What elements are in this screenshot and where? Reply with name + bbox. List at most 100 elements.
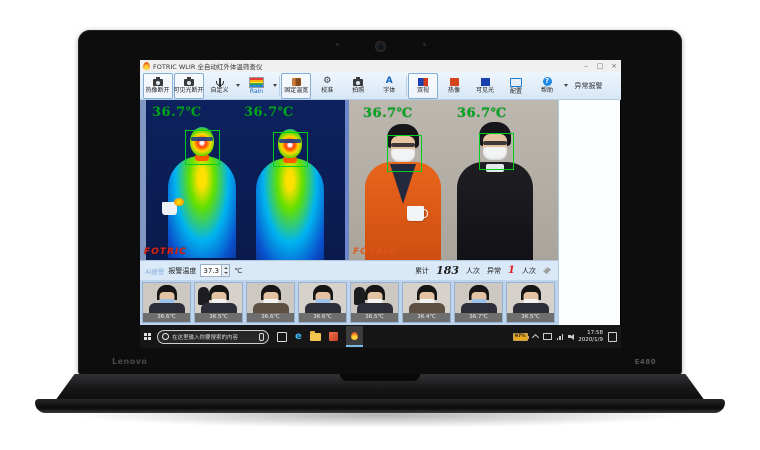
font-icon: A	[386, 77, 393, 86]
fixed-span-icon	[292, 78, 301, 86]
thumbnail-temp: 36.5℃	[507, 313, 554, 322]
rainbow-palette-icon	[249, 77, 264, 88]
ai-alarm-label: AI报警	[145, 266, 164, 276]
alarm-temp-label: 报警温度	[168, 266, 196, 276]
toolbar-button-visible-disconnect[interactable]: 可见光断开	[174, 73, 204, 99]
toolbar-button-font[interactable]: A 字体	[374, 73, 404, 99]
capture-filmstrip: 36.6℃ 36.5℃ 36.6℃ 36.6℃ 36.5℃	[140, 280, 558, 325]
alarm-temp-unit: ℃	[234, 267, 242, 275]
app-logo-icon	[143, 62, 150, 70]
laptop-brand: Lenovo	[112, 357, 147, 366]
task-view-button[interactable]	[277, 332, 287, 342]
app-logo-icon	[351, 332, 358, 340]
capture-thumbnail[interactable]: 36.5℃	[506, 282, 555, 323]
thermal-wall-edge	[140, 100, 146, 260]
status-bar: AI报警 报警温度 37.3 ℃ 累计 183 人次 异常 1 人次	[140, 260, 558, 280]
capture-thumbnail[interactable]: 36.5℃	[194, 282, 243, 323]
capture-thumbnail[interactable]: 36.7℃	[454, 282, 503, 323]
start-button[interactable]	[144, 333, 151, 340]
abnormal-unit: 人次	[522, 266, 536, 276]
screen: FOTRIC WLIR 全自动红外体温筛查仪 – □ × 热像断开 可见光断开	[140, 60, 621, 348]
laptop-bezel: Lenovo E480 FOTRIC WLIR 全自动红外体温筛查仪 – □ ×…	[78, 30, 682, 375]
network-icon[interactable]	[557, 334, 564, 340]
dropdown-caret-icon[interactable]	[564, 84, 568, 87]
abnormal-label: 异常	[487, 266, 501, 276]
total-count: 183	[436, 264, 459, 277]
fotric-watermark: FOTRIC	[353, 247, 396, 257]
notification-center-icon[interactable]	[608, 332, 617, 342]
thumbnail-photo	[351, 283, 398, 313]
photos-app-icon[interactable]	[329, 332, 338, 341]
fotric-app-taskbar-button[interactable]	[346, 326, 363, 347]
dropdown-caret-icon[interactable]	[273, 84, 277, 87]
thermal-camera-icon	[153, 79, 163, 86]
abnormal-count: 1	[508, 265, 515, 276]
capture-thumbnail[interactable]: 36.4℃	[402, 282, 451, 323]
alarm-temp-value[interactable]: 37.3	[201, 267, 221, 275]
maximize-button[interactable]: □	[593, 60, 607, 72]
alarm-temp-spinner[interactable]: 37.3	[200, 264, 230, 277]
reset-counter-icon[interactable]	[543, 267, 551, 274]
visible-view-icon	[481, 78, 490, 86]
file-explorer-icon[interactable]	[310, 333, 321, 341]
dual-view-icon	[418, 78, 428, 86]
thermal-feed: 36.7℃ 36.7℃ FOTRIC	[140, 100, 349, 260]
thumbnail-temp: 36.4℃	[403, 313, 450, 322]
toolbar-button-dual-view[interactable]: 双视	[408, 73, 438, 99]
thumbnail-photo	[507, 283, 554, 313]
capture-thumbnail[interactable]: 36.6℃	[246, 282, 295, 323]
microphone-dot-icon	[423, 43, 426, 46]
edge-browser-icon[interactable]: e	[295, 332, 302, 342]
capture-thumbnail[interactable]: 36.6℃	[298, 282, 347, 323]
person-body	[256, 158, 324, 260]
visible-camera-icon	[184, 79, 194, 86]
capture-thumbnail[interactable]: 36.5℃	[350, 282, 399, 323]
thermal-view-icon	[450, 78, 459, 86]
toolbar-button-calibrate[interactable]: ⚙ 校准	[312, 73, 342, 99]
toolbar-separator	[279, 76, 280, 96]
video-area: 36.7℃ 36.7℃ FOTRIC 3	[140, 100, 558, 260]
temperature-label: 36.7℃	[152, 105, 202, 120]
volume-icon[interactable]	[568, 335, 571, 338]
thumbnail-temp: 36.6℃	[143, 313, 190, 322]
toolbar-button-thermal-view[interactable]: 热像	[439, 73, 469, 99]
toolbar-button-palette-rain[interactable]: Rain	[242, 73, 272, 99]
custom-icon	[215, 78, 224, 87]
thumbnail-photo	[403, 283, 450, 313]
laptop-hinge-notch	[340, 374, 420, 381]
toolbar-button-help[interactable]: ? 帮助	[532, 73, 562, 99]
total-label: 累计	[415, 266, 429, 276]
toolbar-button-thermal-disconnect[interactable]: 热像断开	[143, 73, 173, 99]
toolbar-button-custom[interactable]: 自定义	[205, 73, 235, 99]
toolbar-button-fixed-span[interactable]: 固定温宽	[281, 73, 311, 99]
laptop: Lenovo E480 FOTRIC WLIR 全自动红外体温筛查仪 – □ ×…	[0, 0, 760, 450]
thumbnail-photo	[195, 283, 242, 313]
close-button[interactable]: ×	[607, 60, 621, 72]
clock-date: 2020/1/9	[578, 337, 603, 344]
face-detection-box	[273, 132, 308, 167]
toolbar-button-visible-view[interactable]: 可见光	[470, 73, 500, 99]
toolbar: 热像断开 可见光断开 自定义 Rain	[140, 72, 621, 100]
total-unit: 人次	[466, 266, 480, 276]
gear-icon: ⚙	[323, 77, 331, 86]
toolbar-button-config[interactable]: 配置	[501, 73, 531, 99]
laptop-model: E480	[635, 358, 656, 366]
config-monitor-icon	[510, 78, 522, 87]
dropdown-caret-icon[interactable]	[236, 84, 240, 87]
toolbar-button-snapshot[interactable]: 拍照	[343, 73, 373, 99]
capture-thumbnail[interactable]: 36.6℃	[142, 282, 191, 323]
taskbar-clock[interactable]: 17:58 2020/1/9	[578, 330, 603, 343]
person-hand	[174, 198, 184, 206]
battery-icon[interactable]: 97%	[513, 333, 528, 341]
tray-overflow-chevron-icon[interactable]	[532, 334, 539, 341]
person-body	[168, 156, 236, 258]
minimize-button[interactable]: –	[579, 60, 593, 72]
spin-down-button[interactable]	[222, 271, 229, 277]
display-tray-icon[interactable]	[543, 333, 552, 340]
windows-taskbar: 在这里输入你要搜索的内容 e 97% 17:58	[140, 325, 621, 348]
microphone-icon[interactable]	[259, 333, 264, 341]
temperature-label: 36.7℃	[244, 105, 294, 120]
search-input[interactable]: 在这里输入你要搜索的内容	[157, 330, 269, 344]
thumbnail-photo	[247, 283, 294, 313]
webcam	[375, 41, 386, 52]
